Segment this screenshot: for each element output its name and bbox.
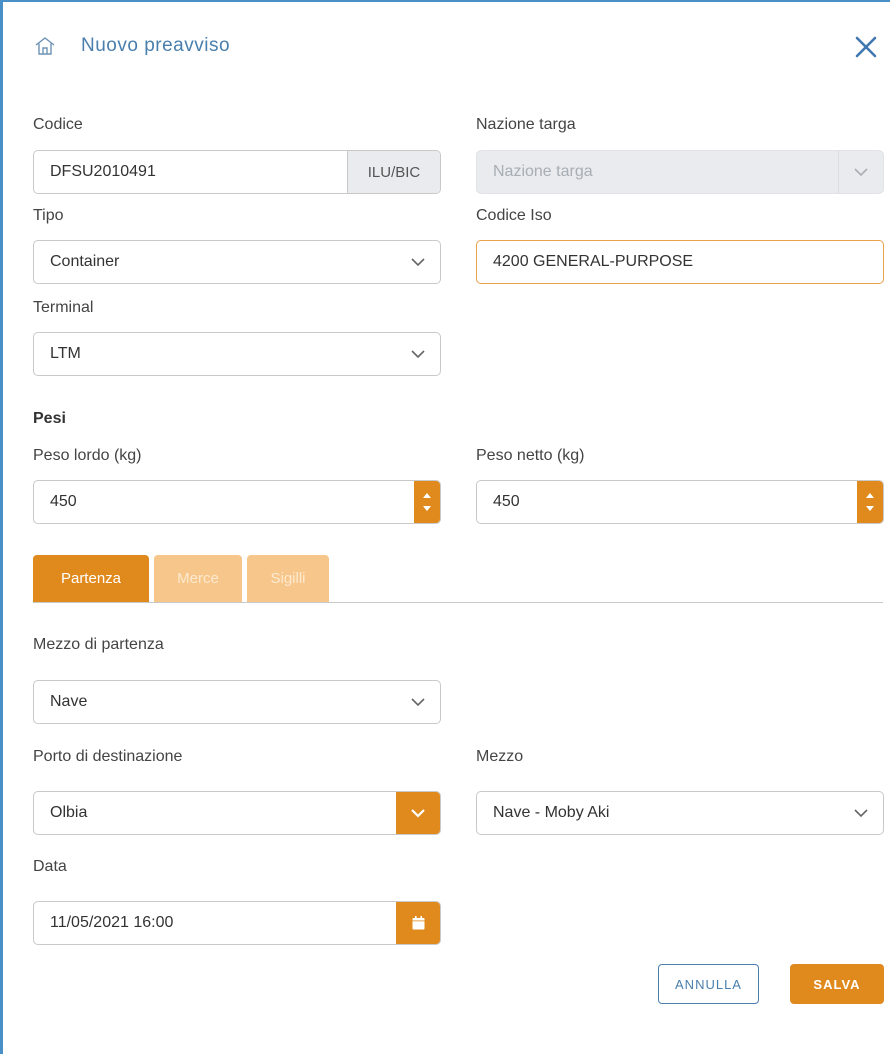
tipo-label: Tipo	[33, 207, 64, 224]
data-value: 11/05/2021 16:00	[50, 914, 174, 931]
peso-lordo-label: Peso lordo (kg)	[33, 447, 142, 464]
mezzo-partenza-label: Mezzo di partenza	[33, 636, 164, 653]
mezzo-select[interactable]: Nave - Moby Aki	[476, 791, 884, 835]
nazione-targa-label: Nazione targa	[476, 116, 576, 133]
peso-netto-stepper[interactable]	[857, 481, 883, 523]
peso-netto-input[interactable]: 450	[476, 480, 884, 524]
tabs-divider	[33, 602, 883, 603]
pesi-section-title: Pesi	[33, 410, 66, 427]
nazione-targa-select[interactable]: Nazione targa	[476, 150, 884, 194]
close-button[interactable]	[851, 32, 881, 62]
terminal-label: Terminal	[33, 299, 94, 316]
codice-value: DFSU2010491	[50, 163, 156, 180]
cancel-button[interactable]: ANNULLA	[658, 964, 759, 1004]
chevron-down-icon	[396, 792, 440, 834]
peso-netto-value: 450	[493, 493, 520, 510]
data-input[interactable]: 11/05/2021 16:00	[33, 901, 441, 945]
chevron-down-icon	[838, 151, 883, 193]
codice-input[interactable]: DFSU2010491 ILU/BIC	[33, 150, 441, 194]
chevron-down-icon	[396, 681, 440, 723]
porto-destinazione-label: Porto di destinazione	[33, 748, 183, 765]
peso-lordo-value: 450	[50, 493, 77, 510]
chevron-up-icon	[866, 493, 874, 498]
codice-label: Codice	[33, 116, 83, 133]
mezzo-value: Nave - Moby Aki	[493, 804, 610, 821]
tipo-value: Container	[50, 253, 120, 270]
codice-iso-value: 4200 GENERAL-PURPOSE	[493, 253, 694, 270]
nazione-targa-placeholder: Nazione targa	[493, 163, 593, 180]
tab-sigilli[interactable]: Sigilli	[247, 555, 329, 602]
save-button[interactable]: SALVA	[790, 964, 884, 1004]
tab-merce[interactable]: Merce	[154, 555, 242, 602]
chevron-down-icon	[396, 333, 440, 375]
ilu-bic-addon: ILU/BIC	[347, 151, 440, 193]
chevron-down-icon	[423, 506, 431, 511]
tipo-select[interactable]: Container	[33, 240, 441, 284]
terminal-value: LTM	[50, 345, 81, 362]
close-icon	[855, 36, 877, 58]
new-notice-dialog: Nuovo preavviso Codice DFSU2010491 ILU/B…	[0, 0, 890, 1054]
data-label: Data	[33, 858, 67, 875]
mezzo-partenza-value: Nave	[50, 693, 88, 710]
chevron-down-icon	[839, 792, 883, 834]
peso-lordo-input[interactable]: 450	[33, 480, 441, 524]
chevron-down-icon	[866, 506, 874, 511]
peso-lordo-stepper[interactable]	[414, 481, 440, 523]
porto-destinazione-value: Olbia	[50, 804, 88, 821]
house-icon	[33, 34, 57, 58]
codice-iso-label: Codice Iso	[476, 207, 552, 224]
terminal-select[interactable]: LTM	[33, 332, 441, 376]
chevron-up-icon	[423, 493, 431, 498]
chevron-down-icon	[396, 241, 440, 283]
dialog-title: Nuovo preavviso	[81, 35, 231, 56]
mezzo-label: Mezzo	[476, 748, 524, 765]
porto-destinazione-select[interactable]: Olbia	[33, 791, 441, 835]
peso-netto-label: Peso netto (kg)	[476, 447, 585, 464]
calendar-button[interactable]	[396, 902, 440, 944]
calendar-icon	[412, 916, 424, 930]
tab-partenza[interactable]: Partenza	[33, 555, 149, 602]
mezzo-partenza-select[interactable]: Nave	[33, 680, 441, 724]
codice-iso-input[interactable]: 4200 GENERAL-PURPOSE	[476, 240, 884, 284]
